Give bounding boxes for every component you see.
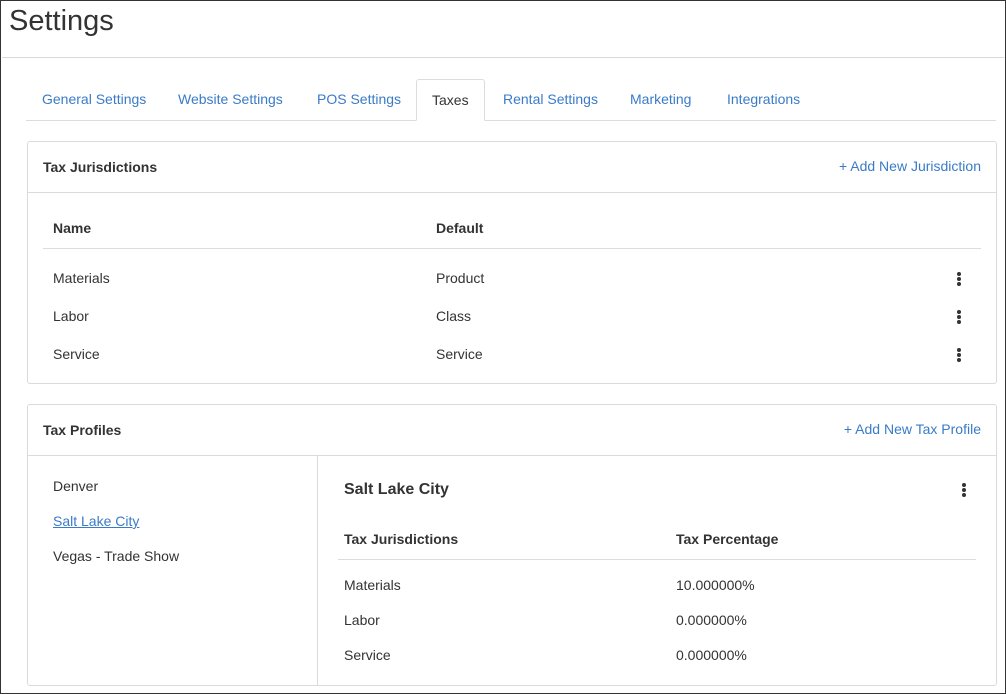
column-header-name: Name [53,220,92,236]
tab-general-settings[interactable]: General Settings [42,79,146,121]
add-jurisdiction-button[interactable]: + Add New Jurisdiction [839,158,981,174]
add-tax-profile-button[interactable]: + Add New Tax Profile [844,421,981,437]
tax-jurisdictions-panel: Tax Jurisdictions + Add New Jurisdiction… [27,141,997,384]
kebab-menu-icon[interactable] [958,482,970,498]
tax-profiles-header: Tax Profiles + Add New Tax Profile [28,405,996,456]
tax-profiles-panel: Tax Profiles + Add New Tax Profile Denve… [27,404,997,686]
profiles-divider [317,456,318,685]
tab-pos-settings[interactable]: POS Settings [317,79,401,121]
settings-tabs: General Settings Website Settings POS Se… [26,79,996,121]
jurisdiction-name: Labor [53,308,89,324]
jurisdiction-default: Service [436,346,483,362]
settings-window: Settings General Settings Website Settin… [0,0,1006,694]
jurisdiction-name: Service [53,346,100,362]
tab-rental-settings[interactable]: Rental Settings [503,79,598,121]
table-header-divider [43,248,981,249]
tab-taxes[interactable]: Taxes [416,79,485,121]
kebab-menu-icon[interactable] [953,309,965,325]
jurisdiction-default: Class [436,308,472,324]
profile-detail-title: Salt Lake City [344,481,449,498]
jurisdiction-default: Product [436,270,485,286]
jurisdiction-name: Materials [53,270,110,286]
profile-percentage: 0.000000% [676,647,747,663]
tab-integrations[interactable]: Integrations [727,79,800,121]
tab-marketing[interactable]: Marketing [630,79,691,121]
profile-item-vegas-trade-show[interactable]: Vegas - Trade Show [53,548,179,564]
column-header-default: Default [436,220,484,236]
title-divider [2,57,1004,58]
profile-percentage: 10.000000% [676,577,755,593]
kebab-menu-icon[interactable] [953,347,965,363]
tax-profiles-title: Tax Profiles [43,422,122,438]
profile-jurisdiction: Labor [344,612,380,628]
tax-jurisdictions-title: Tax Jurisdictions [43,159,158,175]
profile-item-salt-lake-city[interactable]: Salt Lake City [53,513,139,529]
profile-jurisdiction: Materials [344,577,401,593]
column-header-tax-percentage: Tax Percentage [676,531,779,547]
profile-jurisdiction: Service [344,647,391,663]
table-header-divider [338,559,976,560]
tab-website-settings[interactable]: Website Settings [178,79,283,121]
profile-percentage: 0.000000% [676,612,747,628]
kebab-menu-icon[interactable] [953,271,965,287]
page-title: Settings [9,5,114,37]
column-header-tax-jurisdictions: Tax Jurisdictions [344,531,459,547]
tax-jurisdictions-header: Tax Jurisdictions + Add New Jurisdiction [28,142,996,193]
profile-item-denver[interactable]: Denver [53,478,98,494]
